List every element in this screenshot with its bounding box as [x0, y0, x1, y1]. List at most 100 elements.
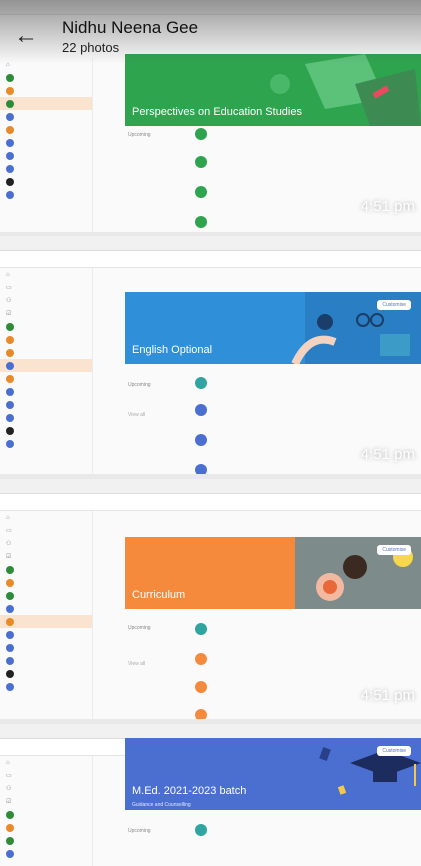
- sidebar-item-class[interactable]: [0, 808, 92, 821]
- sidebar-item-class[interactable]: [0, 411, 92, 424]
- view-all-link[interactable]: View all: [128, 412, 145, 418]
- view-all-link[interactable]: View all: [128, 661, 145, 667]
- sidebar-item-class[interactable]: [0, 602, 92, 615]
- stream-post[interactable]: [195, 156, 216, 168]
- sidebar-item-class[interactable]: [0, 149, 92, 162]
- sidebar-item-class[interactable]: [0, 175, 92, 188]
- sidebar-item-todo[interactable]: ☑: [0, 550, 92, 563]
- stream-post[interactable]: [195, 216, 216, 228]
- sidebar-item-class[interactable]: [0, 136, 92, 149]
- banner-title: Curriculum: [132, 589, 186, 601]
- sidebar-item-enrolled[interactable]: ⚇: [0, 294, 92, 307]
- post-avatar: [195, 377, 207, 389]
- classroom-sidebar: ⌂ ▭ ⚇ ☑: [0, 268, 93, 474]
- sidebar-item-class[interactable]: [0, 110, 92, 123]
- sidebar-item-calendar[interactable]: ▭: [0, 769, 92, 782]
- stream-post[interactable]: [195, 404, 216, 416]
- stream-post[interactable]: [195, 653, 216, 665]
- sidebar-item-home[interactable]: ⌂: [0, 268, 92, 281]
- home-icon: ⌂: [6, 759, 10, 766]
- stream-post[interactable]: [195, 824, 216, 836]
- sidebar-item-calendar[interactable]: ▭: [0, 281, 92, 294]
- sidebar-item-class[interactable]: [0, 589, 92, 602]
- sidebar-item-class[interactable]: [0, 563, 92, 576]
- sidebar-item-active-class[interactable]: [0, 359, 92, 372]
- browser-url-bar[interactable]: [0, 236, 421, 251]
- sidebar-item-class[interactable]: [0, 320, 92, 333]
- class-avatar: [6, 656, 14, 665]
- sidebar-item-class[interactable]: [0, 385, 92, 398]
- stream-post[interactable]: [195, 464, 216, 474]
- stream-post[interactable]: [195, 623, 216, 635]
- class-avatar: [6, 177, 14, 186]
- sidebar-item-class[interactable]: [0, 641, 92, 654]
- stream-post[interactable]: [195, 377, 216, 389]
- post-avatar: [195, 434, 207, 446]
- sidebar-item-class[interactable]: [0, 680, 92, 693]
- sidebar-item-class[interactable]: [0, 372, 92, 385]
- sidebar-item-class[interactable]: [0, 834, 92, 847]
- sidebar-item-class[interactable]: [0, 821, 92, 834]
- sidebar-item-class[interactable]: [0, 628, 92, 641]
- sidebar-item-home[interactable]: ⌂: [0, 756, 92, 769]
- home-icon: ⌂: [6, 514, 10, 521]
- classroom-header: [0, 494, 421, 511]
- class-avatar: [6, 617, 14, 626]
- stream-post[interactable]: [195, 681, 216, 693]
- class-banner: Customise Curriculum: [125, 537, 421, 609]
- post-avatar: [195, 156, 207, 168]
- classroom-sidebar: ⌂ ▭ ⚇ ☑: [0, 756, 93, 866]
- sidebar-item-class[interactable]: [0, 398, 92, 411]
- customise-button[interactable]: Customise: [377, 300, 411, 310]
- class-avatar: [6, 578, 14, 587]
- post-avatar: [195, 128, 207, 140]
- stream-post[interactable]: [195, 128, 216, 140]
- sidebar-item-class[interactable]: [0, 71, 92, 84]
- sidebar-item-class[interactable]: [0, 654, 92, 667]
- banner-title: M.Ed. 2021-2023 batch: [132, 785, 247, 797]
- sidebar-item-class[interactable]: [0, 84, 92, 97]
- sidebar-item-class[interactable]: [0, 576, 92, 589]
- sidebar-item-class[interactable]: [0, 162, 92, 175]
- screenshot-med-batch: ⌂ ▭ ⚇ ☑ Customise M.Ed. 2021-2023 batch …: [0, 724, 421, 866]
- sidebar-item-class[interactable]: [0, 667, 92, 680]
- sidebar-item-home[interactable]: ⌂: [0, 511, 92, 524]
- sidebar-item-enrolled[interactable]: ⚇: [0, 782, 92, 795]
- stream-post[interactable]: [195, 434, 216, 446]
- sidebar-item-enrolled[interactable]: ⚇: [0, 537, 92, 550]
- sidebar-item-active-class[interactable]: [0, 97, 92, 110]
- banner-title: English Optional: [132, 344, 213, 356]
- customise-button[interactable]: Customise: [377, 545, 411, 555]
- class-avatar: [6, 86, 14, 95]
- album-name: Nidhu Neena Gee: [62, 18, 199, 37]
- browser-url-bar[interactable]: [0, 724, 421, 739]
- class-avatar: [6, 630, 14, 639]
- sidebar-item-class[interactable]: [0, 188, 92, 201]
- sidebar-item-class[interactable]: [0, 847, 92, 860]
- class-avatar: [6, 125, 14, 134]
- class-avatar: [6, 99, 14, 108]
- browser-url-bar[interactable]: [0, 479, 421, 494]
- post-avatar: [195, 681, 207, 693]
- sidebar-item-class[interactable]: [0, 437, 92, 450]
- stream-post[interactable]: [195, 709, 216, 719]
- sidebar-item-class[interactable]: [0, 123, 92, 136]
- arrow-left-icon[interactable]: ←: [14, 22, 38, 50]
- class-avatar: [6, 810, 14, 819]
- class-avatar: [6, 413, 14, 422]
- post-avatar: [195, 653, 207, 665]
- sidebar-item-calendar[interactable]: ▭: [0, 524, 92, 537]
- sidebar-item-todo[interactable]: ☑: [0, 307, 92, 320]
- class-avatar: [6, 190, 14, 199]
- stream-post[interactable]: [195, 186, 216, 198]
- post-avatar: [195, 186, 207, 198]
- sidebar-item-class[interactable]: [0, 346, 92, 359]
- sidebar-item-class[interactable]: [0, 333, 92, 346]
- class-banner: Customise English Optional: [125, 292, 421, 364]
- sidebar-item-active-class[interactable]: [0, 615, 92, 628]
- sidebar-item-todo[interactable]: ☑: [0, 795, 92, 808]
- customise-button[interactable]: Customise: [377, 746, 411, 756]
- sidebar-item-class[interactable]: [0, 424, 92, 437]
- class-avatar: [6, 400, 14, 409]
- class-avatar: [6, 439, 14, 448]
